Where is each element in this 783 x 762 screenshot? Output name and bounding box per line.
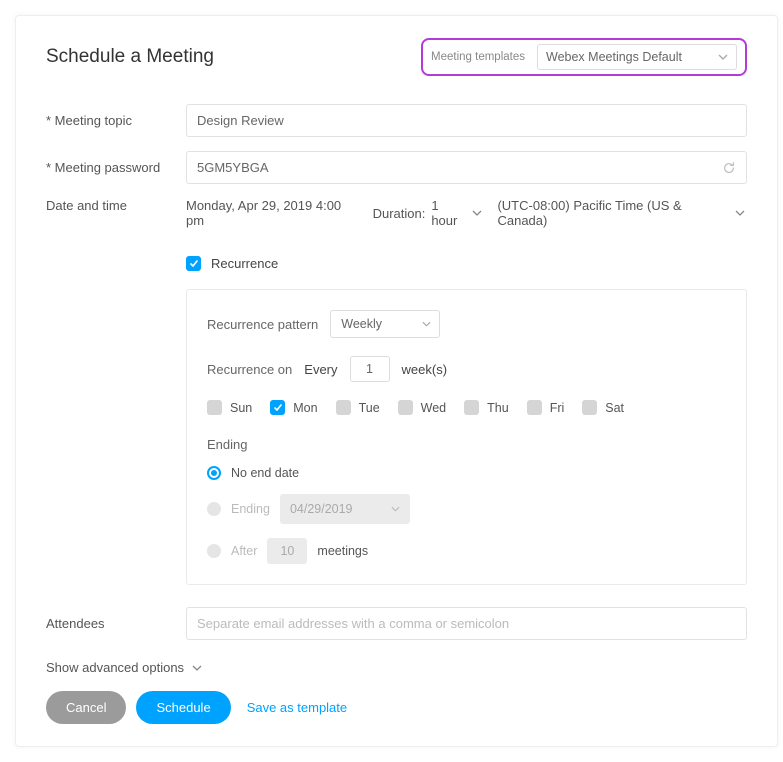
recurrence-panel: Recurrence pattern Weekly Recurrence on …	[186, 289, 747, 585]
recurrence-checkbox[interactable]	[186, 256, 201, 271]
day-mon-checkbox[interactable]	[270, 400, 285, 415]
attendees-label: Attendees	[46, 616, 186, 631]
day-thu-checkbox[interactable]	[464, 400, 479, 415]
day-sat-checkbox[interactable]	[582, 400, 597, 415]
day-tue-checkbox[interactable]	[336, 400, 351, 415]
save-as-template-link[interactable]: Save as template	[247, 700, 347, 715]
every-value-input[interactable]: 1	[350, 356, 390, 382]
meeting-password-input[interactable]: 5GM5YBGA	[186, 151, 747, 184]
ending-date-label: Ending	[231, 502, 270, 516]
duration-value[interactable]: 1 hour	[431, 198, 466, 228]
date-time-label: Date and time	[46, 198, 186, 213]
refresh-icon[interactable]	[722, 161, 736, 175]
ending-date-radio[interactable]	[207, 502, 221, 516]
date-time-row: Monday, Apr 29, 2019 4:00 pm Duration: 1…	[186, 198, 747, 228]
after-label: After	[231, 544, 257, 558]
ending-heading: Ending	[207, 437, 726, 452]
schedule-button[interactable]: Schedule	[136, 691, 230, 724]
cancel-button[interactable]: Cancel	[46, 691, 126, 724]
recurrence-label: Recurrence	[211, 256, 278, 271]
show-advanced-options[interactable]: Show advanced options	[46, 660, 747, 675]
meeting-template-area: Meeting templates Webex Meetings Default	[421, 38, 747, 76]
chevron-down-icon[interactable]	[735, 209, 747, 217]
attendees-input[interactable]: Separate email addresses with a comma or…	[186, 607, 747, 640]
timezone-value[interactable]: (UTC-08:00) Pacific Time (US & Canada)	[497, 198, 729, 228]
chevron-down-icon	[192, 665, 202, 671]
page-title: Schedule a Meeting	[46, 46, 214, 68]
duration-label: Duration:	[373, 206, 426, 221]
recurrence-pattern-label: Recurrence pattern	[207, 317, 318, 332]
chevron-down-icon	[718, 54, 728, 60]
meeting-template-select[interactable]: Webex Meetings Default	[537, 44, 737, 70]
meeting-template-value: Webex Meetings Default	[546, 50, 682, 64]
unit-label: week(s)	[402, 362, 448, 377]
date-time-value[interactable]: Monday, Apr 29, 2019 4:00 pm	[186, 198, 359, 228]
chevron-down-icon	[391, 506, 400, 511]
day-wed-checkbox[interactable]	[398, 400, 413, 415]
meeting-templates-label: Meeting templates	[431, 51, 525, 63]
day-fri-checkbox[interactable]	[527, 400, 542, 415]
meeting-topic-label: Meeting topic	[46, 113, 186, 128]
no-end-date-radio[interactable]	[207, 466, 221, 480]
meeting-password-label: Meeting password	[46, 160, 186, 175]
day-sun-checkbox[interactable]	[207, 400, 222, 415]
after-value-input[interactable]: 10	[267, 538, 307, 564]
ending-date-select[interactable]: 04/29/2019	[280, 494, 410, 524]
chevron-down-icon	[422, 321, 431, 326]
schedule-meeting-panel: Schedule a Meeting Meeting templates Web…	[15, 15, 778, 747]
recurrence-on-label: Recurrence on	[207, 362, 292, 377]
after-unit-label: meetings	[317, 544, 368, 558]
every-label: Every	[304, 362, 337, 377]
chevron-down-icon[interactable]	[472, 209, 483, 217]
days-row: Sun Mon Tue Wed Thu Fri Sat	[207, 400, 726, 415]
recurrence-pattern-select[interactable]: Weekly	[330, 310, 440, 338]
no-end-date-label: No end date	[231, 466, 299, 480]
meeting-topic-input[interactable]: Design Review	[186, 104, 747, 137]
after-radio[interactable]	[207, 544, 221, 558]
